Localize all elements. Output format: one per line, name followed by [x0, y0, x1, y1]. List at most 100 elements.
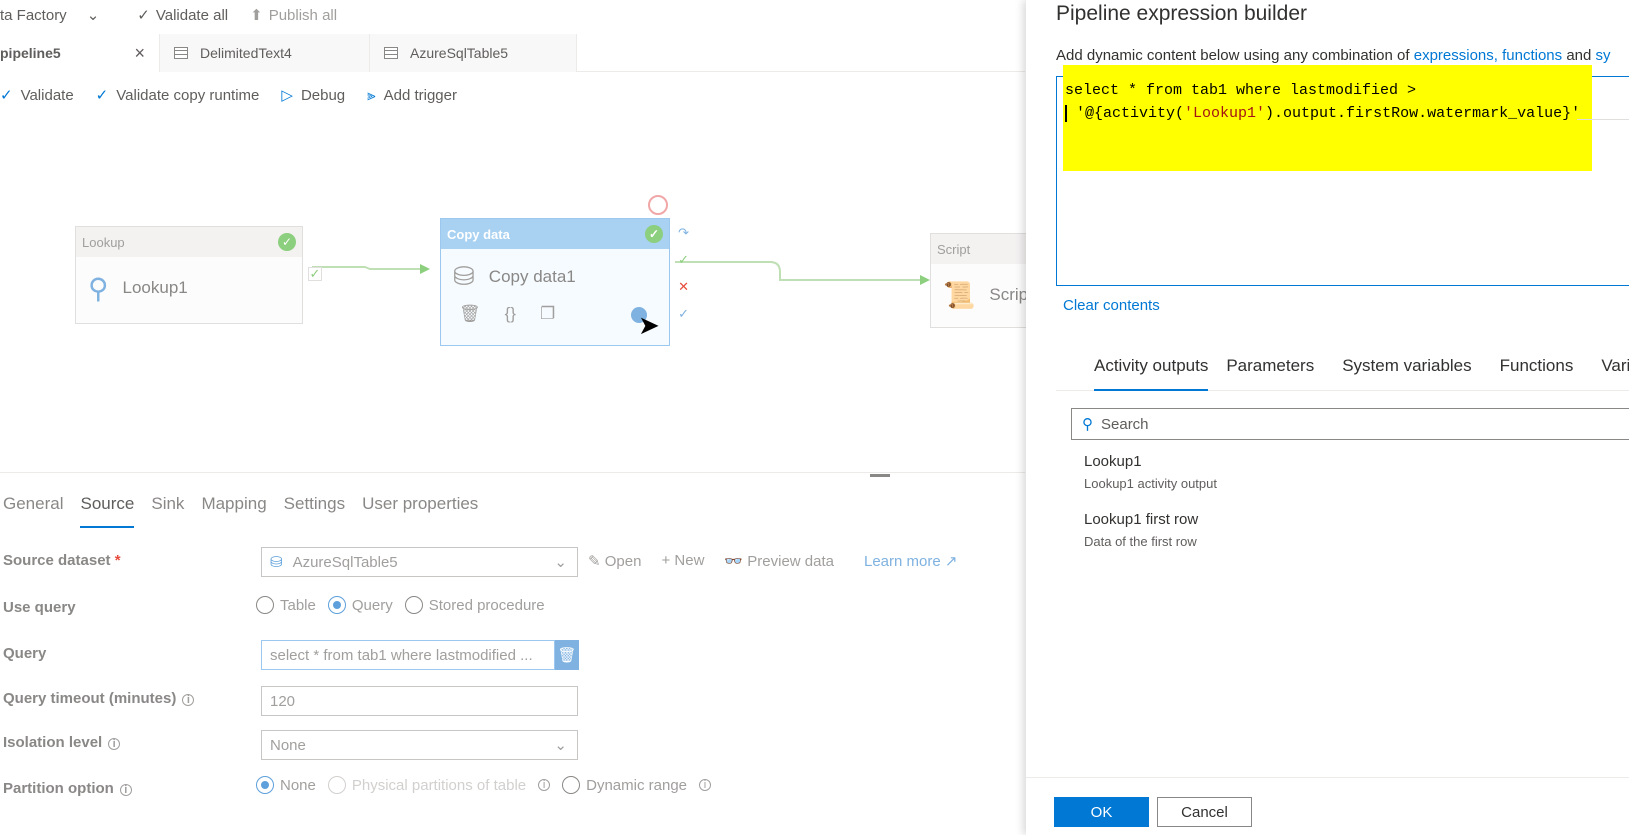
- tab-azuresqltable5[interactable]: AzureSqlTable5: [370, 34, 577, 72]
- expression-builder-panel: Pipeline expression builder Add dynamic …: [1026, 0, 1629, 835]
- tab-parameters[interactable]: Parameters: [1226, 356, 1314, 391]
- delete-icon[interactable]: 🗑: [459, 304, 481, 324]
- isolation-level-select[interactable]: None ⌄: [261, 730, 578, 760]
- source-dataset-label: Source dataset *: [3, 552, 121, 569]
- radio-circle: [256, 776, 274, 794]
- radio-dynamic-range[interactable]: Dynamic range i: [562, 776, 712, 794]
- tab-system-variables[interactable]: System variables: [1342, 356, 1471, 391]
- source-dataset-select[interactable]: ⛁ AzureSqlTable5 ⌄: [261, 547, 578, 577]
- radio-circle: [256, 596, 274, 614]
- radio-table[interactable]: Table: [256, 596, 316, 614]
- failure-output-icon[interactable]: ✕: [678, 279, 689, 295]
- top-bar: ta Factory ⌄ ✓ Validate all ⬆ Publish al…: [0, 0, 1025, 30]
- factory-selector[interactable]: ta Factory ⌄: [0, 6, 99, 25]
- code-line-2-string: 'Lookup1': [1184, 105, 1266, 122]
- radio-circle: [327, 776, 346, 794]
- tab-settings[interactable]: Settings: [284, 488, 345, 528]
- node-name: Scrip: [989, 285, 1029, 304]
- radio-stored-procedure[interactable]: Stored procedure: [404, 596, 545, 614]
- search-box[interactable]: ⚲ Search: [1071, 408, 1629, 440]
- clear-contents-link[interactable]: Clear contents: [1063, 297, 1160, 314]
- checklist-icon: ✓: [137, 7, 150, 24]
- copy-icon[interactable]: ❐: [540, 304, 555, 324]
- tab-pipeline5[interactable]: pipeline5 ×: [0, 34, 160, 72]
- query-delete-button[interactable]: 🗑: [555, 640, 579, 670]
- isolation-level-value: None: [270, 736, 306, 754]
- copy-data-activity-node[interactable]: Copy data ✓ ⛁ Copy data1 🗑 {} ❐ ↷ ✓ ✕ ✓: [440, 218, 689, 346]
- validate-all-button[interactable]: ✓ Validate all: [137, 6, 228, 25]
- dataset-actions: ✎ Open + New 👓 Preview data Learn more ↗: [588, 552, 957, 570]
- new-button[interactable]: + New: [661, 552, 704, 570]
- code-icon[interactable]: {}: [505, 304, 516, 324]
- radio-query[interactable]: Query: [327, 596, 393, 614]
- publish-all-button[interactable]: ⬆ Publish all: [250, 6, 337, 25]
- expressions-functions-link[interactable]: expressions, functions: [1414, 47, 1562, 64]
- node-type: Copy data: [447, 226, 510, 242]
- success-output-icon[interactable]: ✓: [308, 266, 322, 281]
- close-icon[interactable]: ×: [134, 43, 145, 64]
- lookup-activity-node[interactable]: Lookup ✓ ⚲ Lookup1 ✓: [75, 226, 322, 324]
- cancel-button[interactable]: Cancel: [1157, 797, 1252, 827]
- partition-option-label: Partition option i: [3, 780, 132, 797]
- radio-physical-partitions[interactable]: Physical partitions of table i: [327, 776, 551, 794]
- debug-button[interactable]: ▷ Debug: [281, 86, 346, 105]
- query-input[interactable]: select * from tab1 where lastmodified ..…: [261, 640, 555, 670]
- editor-line-marker: [1577, 119, 1629, 120]
- tab-variables[interactable]: Vari: [1601, 356, 1629, 391]
- radio-partition-none[interactable]: None: [256, 776, 316, 794]
- tab-label: AzureSqlTable5: [410, 45, 509, 61]
- node-header: Script: [931, 234, 1029, 264]
- script-activity-node[interactable]: Script 📜 Scrip: [930, 233, 1030, 328]
- ok-button[interactable]: OK: [1054, 797, 1149, 827]
- add-trigger-button[interactable]: ⫸ Add trigger: [367, 87, 457, 104]
- lightning-icon: ⫸: [367, 86, 376, 104]
- node-type: Script: [937, 241, 971, 257]
- factory-label: ta Factory: [0, 6, 67, 24]
- tab-label: DelimitedText4: [200, 45, 292, 61]
- query-timeout-input[interactable]: 120: [261, 686, 578, 716]
- completion-output-icon[interactable]: ✓: [678, 306, 689, 322]
- tab-mapping[interactable]: Mapping: [201, 488, 266, 528]
- use-query-label: Use query: [3, 599, 76, 616]
- radio-circle: [404, 596, 423, 614]
- success-icon: ✓: [278, 233, 296, 251]
- database-icon: ⛁: [270, 554, 283, 571]
- open-button[interactable]: ✎ Open: [588, 552, 641, 570]
- node-body: ⚲ Lookup1: [76, 257, 302, 319]
- info-icon: i: [108, 738, 121, 750]
- tab-sink[interactable]: Sink: [151, 488, 184, 528]
- list-item-lookup1-first-row[interactable]: Lookup1 first row Data of the first row: [1084, 511, 1198, 549]
- preview-data-button[interactable]: 👓 Preview data: [724, 552, 834, 570]
- resize-handle[interactable]: [870, 474, 890, 477]
- status-circle-icon: [648, 195, 668, 215]
- skip-output-icon[interactable]: ↷: [678, 225, 689, 241]
- tab-activity-outputs[interactable]: Activity outputs: [1094, 356, 1209, 391]
- chevron-down-icon: ⌄: [554, 737, 567, 754]
- radio-circle: [327, 596, 346, 614]
- tab-general[interactable]: General: [3, 488, 63, 528]
- tab-functions[interactable]: Functions: [1500, 356, 1574, 391]
- query-timeout-value: 120: [270, 692, 296, 710]
- success-icon: ✓: [645, 225, 663, 243]
- info-icon: i: [119, 784, 132, 796]
- list-item-title: Lookup1: [1084, 453, 1142, 470]
- validate-button[interactable]: ✓ Validate: [0, 86, 74, 105]
- database-icon: ⛁: [453, 261, 475, 291]
- expression-tabs: Activity outputs Parameters System varia…: [1056, 356, 1629, 391]
- success-output-icon[interactable]: ✓: [678, 252, 689, 268]
- debug-label: Debug: [300, 86, 346, 104]
- system-variables-link[interactable]: sy: [1596, 47, 1611, 64]
- pipeline-canvas[interactable]: Lookup ✓ ⚲ Lookup1 ✓ Copy data ✓ ⛁ Copy …: [0, 118, 1030, 477]
- tab-delimitedtext4[interactable]: DelimitedText4: [160, 34, 370, 72]
- radio-circle: [562, 776, 581, 794]
- validate-copy-runtime-button[interactable]: ✓ Validate copy runtime: [96, 86, 260, 105]
- tab-user-properties[interactable]: User properties: [362, 488, 478, 528]
- list-item-title: Lookup1 first row: [1084, 511, 1199, 528]
- learn-more-link[interactable]: Learn more ↗: [864, 552, 957, 570]
- tab-source[interactable]: Source: [80, 488, 135, 528]
- list-item-lookup1-output[interactable]: Lookup1 Lookup1 activity output: [1084, 453, 1217, 491]
- expression-editor[interactable]: select * from tab1 where lastmodified > …: [1056, 65, 1629, 286]
- expression-code: select * from tab1 where lastmodified > …: [1065, 79, 1580, 125]
- use-query-radio-group: Table Query Stored procedure: [256, 596, 557, 614]
- code-line-2-pre: '@{activity(: [1067, 105, 1185, 122]
